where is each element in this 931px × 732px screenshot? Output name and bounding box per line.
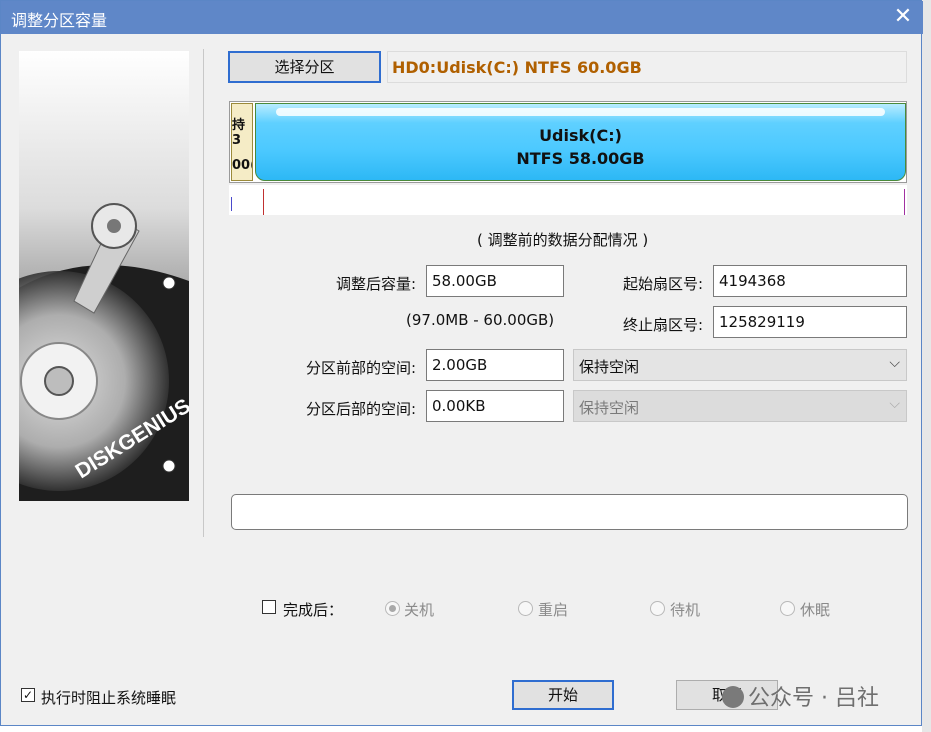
space-before-label: 分区前部的空间: bbox=[305, 359, 416, 377]
partition-shine bbox=[276, 108, 885, 116]
size-label: 调整后容量: bbox=[335, 275, 416, 293]
scale-end-marker bbox=[904, 189, 905, 215]
radio-shutdown-label: 关机 bbox=[404, 601, 435, 619]
free-space-line1: 持3 bbox=[232, 118, 246, 148]
radio-shutdown[interactable] bbox=[385, 601, 400, 616]
after-finish-checkbox[interactable] bbox=[262, 600, 276, 614]
progress-bar bbox=[231, 494, 908, 530]
disk-map: 持3 00( Udisk(C:) NTFS 58.00GB bbox=[229, 101, 907, 183]
disk-info: HD0:Udisk(C:) NTFS 60.0GB bbox=[387, 51, 907, 83]
radio-restart-label: 重启 bbox=[538, 601, 569, 619]
sector-scale bbox=[229, 185, 907, 215]
wechat-icon bbox=[722, 686, 744, 708]
space-before-select[interactable]: 保持空闲 ⌵ bbox=[573, 349, 907, 381]
background-window bbox=[922, 0, 931, 732]
window-title: 调整分区容量 bbox=[11, 11, 108, 30]
chevron-down-icon: ⌵ bbox=[889, 355, 900, 371]
title-bar[interactable]: 调整分区容量 ✕ bbox=[1, 1, 923, 34]
start-sector-input[interactable]: 4194368 bbox=[713, 265, 907, 297]
after-finish-label: 完成后： bbox=[283, 601, 344, 619]
radio-restart[interactable] bbox=[518, 601, 533, 616]
start-button[interactable]: 开始 bbox=[512, 680, 614, 710]
radio-selected-dot bbox=[389, 605, 396, 612]
watermark-text: 公众号 · 吕社 bbox=[748, 686, 879, 711]
space-before-option: 保持空闲 bbox=[579, 358, 640, 376]
select-partition-label: 选择分区 bbox=[274, 58, 335, 76]
close-icon[interactable]: ✕ bbox=[889, 3, 917, 31]
prevent-sleep-label: 执行时阻止系统睡眠 bbox=[41, 689, 177, 707]
vertical-divider bbox=[203, 49, 204, 537]
space-after-select[interactable]: 保持空闲 ⌵ bbox=[573, 390, 907, 422]
space-after-option: 保持空闲 bbox=[579, 399, 640, 417]
start-button-label: 开始 bbox=[547, 686, 578, 704]
partition-detail: NTFS 58.00GB bbox=[516, 149, 645, 168]
chevron-down-icon: ⌵ bbox=[889, 396, 900, 412]
free-space-partition[interactable]: 持3 00( bbox=[231, 103, 253, 181]
radio-hibernate-label: 休眠 bbox=[800, 601, 831, 619]
select-partition-button[interactable]: 选择分区 bbox=[228, 51, 381, 83]
end-sector-input[interactable]: 125829119 bbox=[713, 306, 907, 338]
resize-partition-dialog: 调整分区容量 ✕ DISKGENIUS 选择分区 HD0:Udisk(C:) N… bbox=[0, 0, 923, 726]
radio-standby-label: 待机 bbox=[670, 601, 701, 619]
radio-hibernate[interactable] bbox=[780, 601, 795, 616]
radio-standby[interactable] bbox=[650, 601, 665, 616]
free-space-line2: 00( bbox=[232, 158, 252, 173]
space-before-input[interactable]: 2.00GB bbox=[426, 349, 564, 381]
size-range: (97.0MB - 60.00GB) bbox=[406, 311, 555, 329]
diskgenius-logo: DISKGENIUS bbox=[19, 51, 189, 501]
partition-name: Udisk(C:) bbox=[539, 126, 622, 145]
start-sector-label: 起始扇区号: bbox=[622, 275, 703, 293]
size-input[interactable]: 58.00GB bbox=[426, 265, 564, 297]
scale-partition-marker bbox=[263, 189, 264, 215]
space-after-input[interactable]: 0.00KB bbox=[426, 390, 564, 422]
udisk-partition[interactable]: Udisk(C:) NTFS 58.00GB bbox=[255, 103, 906, 181]
end-sector-label: 终止扇区号: bbox=[622, 316, 703, 334]
space-after-label: 分区后部的空间: bbox=[305, 400, 416, 418]
allocation-caption: ( 调整前的数据分配情况 ) bbox=[477, 231, 649, 249]
watermark: 公众号 · 吕社 bbox=[722, 680, 879, 712]
scale-start-marker bbox=[231, 197, 232, 211]
prevent-sleep-checkbox[interactable]: ✓ bbox=[21, 688, 35, 702]
